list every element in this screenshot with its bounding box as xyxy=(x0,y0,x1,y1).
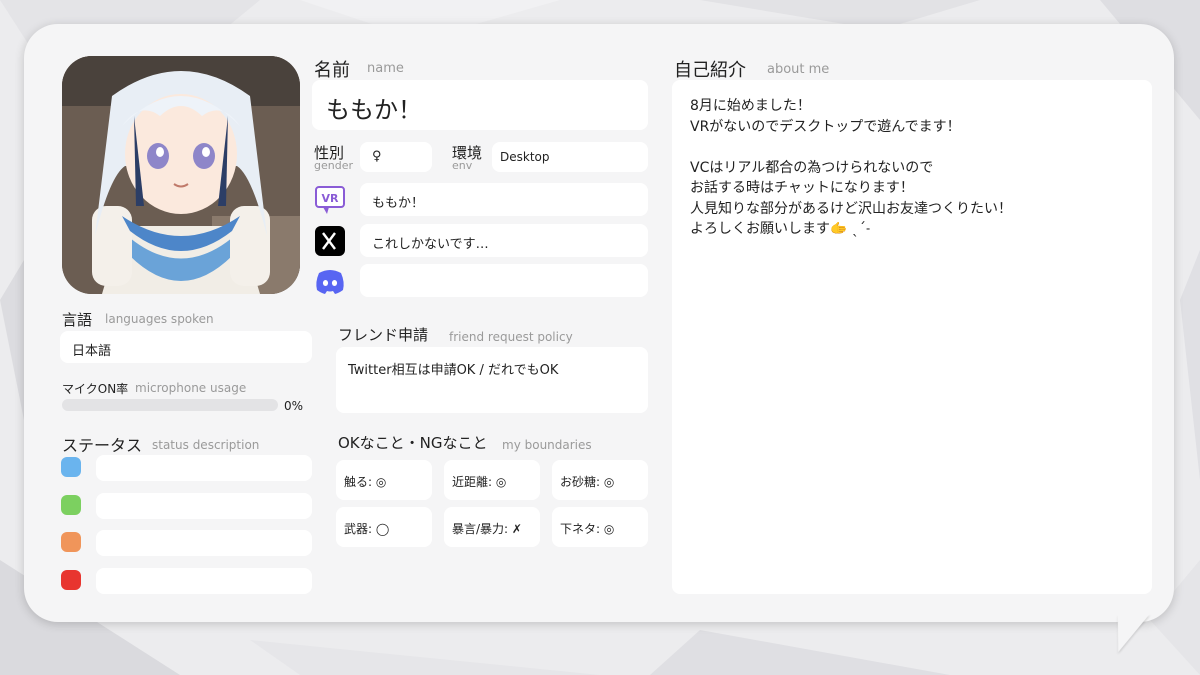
env-value: Desktop xyxy=(500,150,550,164)
about-line: お話する時はチャットになります！ xyxy=(690,180,914,196)
x-icon xyxy=(313,224,347,258)
mic-percent: 0% xyxy=(284,399,304,413)
mic-label: マイクON率 xyxy=(62,382,129,396)
boundaries-label-en: my boundaries xyxy=(502,438,592,452)
avatar-illustration xyxy=(62,56,300,294)
friend-field: Twitter相互は申請OK / だれでもOK xyxy=(336,347,648,413)
discord-icon xyxy=(313,264,347,298)
boundary-text: 武器: ◯ xyxy=(344,522,390,536)
vrchat-field: ももか！ xyxy=(360,183,648,216)
avatar xyxy=(62,56,300,294)
boundary-text: 下ネタ: ◎ xyxy=(560,522,615,536)
about-label-en: about me xyxy=(767,62,830,77)
about-line: VRがないのでデスクトップで遊んでます！ xyxy=(690,118,961,135)
boundary-item: 下ネタ: ◎ xyxy=(552,507,648,547)
boundary-text: 暴言/暴力: ✗ xyxy=(452,522,522,536)
languages-field: 日本語 xyxy=(60,331,312,363)
gender-label-en: gender xyxy=(314,159,353,172)
x-value: これしかないです… xyxy=(372,237,489,252)
gender-value: ♀ xyxy=(372,149,382,164)
vrchat-icon: VR xyxy=(313,183,347,217)
status-label: ステータス xyxy=(62,436,143,455)
boundary-item: 暴言/暴力: ✗ xyxy=(444,507,540,547)
boundary-item: お砂糖: ◎ xyxy=(552,460,648,500)
status-color-dot xyxy=(61,569,81,590)
about-line: 8月に始めました！ xyxy=(690,98,811,114)
about-text: 8月に始めました！ VRがないのでデスクトップで遊んでます！ VCはリアル都合の為つ… xyxy=(690,96,1012,240)
boundary-text: お砂糖: ◎ xyxy=(560,475,615,489)
status-label-en: status description xyxy=(152,438,260,452)
about-line: よろしくお願いします🫱 ˎˊ˗ xyxy=(690,221,871,237)
boundaries-label: OKなこと・NGなこと xyxy=(338,434,488,452)
status-color-dot xyxy=(61,532,81,552)
about-label: 自己紹介 xyxy=(674,60,746,81)
languages-value: 日本語 xyxy=(72,344,112,359)
name-field: ももか！ xyxy=(312,80,648,130)
mic-label-en: microphone usage xyxy=(135,381,247,395)
status-color-dot xyxy=(61,457,81,477)
discord-field xyxy=(360,264,648,297)
x-field: これしかないです… xyxy=(360,224,648,257)
about-line: 人見知りな部分があるけど沢山お友達つくりたい！ xyxy=(690,200,1012,217)
friend-label-en: friend request policy xyxy=(449,330,573,344)
about-line xyxy=(690,137,1012,158)
friend-value: Twitter相互は申請OK / だれでもOK xyxy=(348,363,559,378)
languages-label-en: languages spoken xyxy=(105,312,214,326)
name-value: ももか！ xyxy=(326,96,422,124)
svg-text:VR: VR xyxy=(322,192,340,205)
friend-label: フレンド申請 xyxy=(338,326,429,344)
status-text-field xyxy=(96,455,312,481)
env-label-en: env xyxy=(452,159,473,172)
status-text-field xyxy=(96,492,312,519)
vrchat-value: ももか！ xyxy=(372,196,425,211)
status-color-dot xyxy=(61,494,81,515)
status-text-field xyxy=(96,567,312,594)
boundary-item: 触る: ◎ xyxy=(336,460,432,500)
about-line: VCはリアル都合の為つけられないので xyxy=(690,159,934,176)
languages-label: 言語 xyxy=(62,311,93,329)
status-text-field xyxy=(96,530,312,556)
boundary-text: 近距離: ◎ xyxy=(452,475,507,489)
mic-progress-bar xyxy=(62,399,278,411)
name-label: 名前 xyxy=(314,60,350,81)
gender-field: ♀ xyxy=(360,142,432,172)
env-field: Desktop xyxy=(492,142,648,172)
name-label-en: name xyxy=(367,61,404,76)
boundary-item: 武器: ◯ xyxy=(336,507,432,547)
boundary-text: 触る: ◎ xyxy=(344,475,387,489)
boundary-item: 近距離: ◎ xyxy=(444,460,540,500)
